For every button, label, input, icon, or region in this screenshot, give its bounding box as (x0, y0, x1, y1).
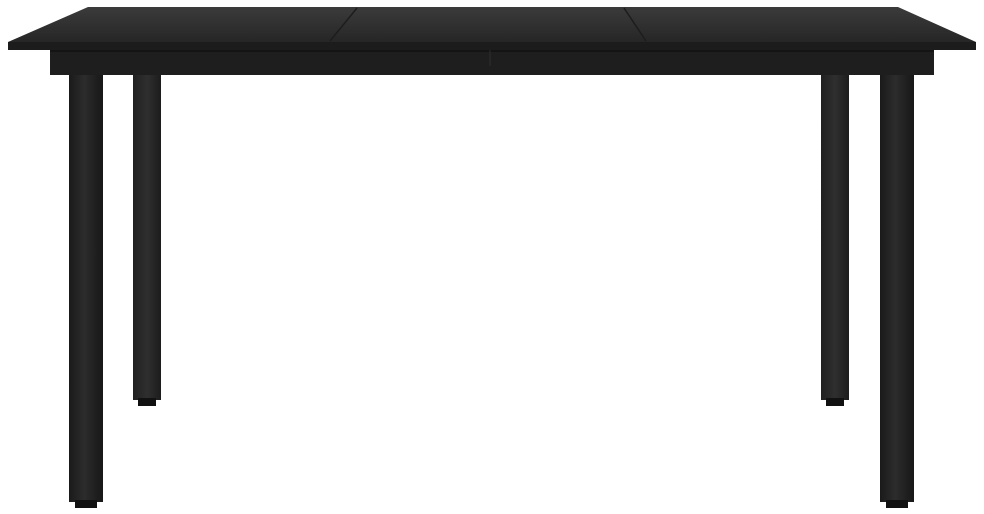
back-right-leg (821, 72, 849, 406)
table-illustration (8, 7, 976, 508)
back-left-leg (133, 72, 161, 406)
table-apron (50, 49, 934, 75)
front-left-leg (69, 75, 103, 508)
front-right-leg (880, 75, 914, 508)
product-photo (0, 0, 984, 514)
